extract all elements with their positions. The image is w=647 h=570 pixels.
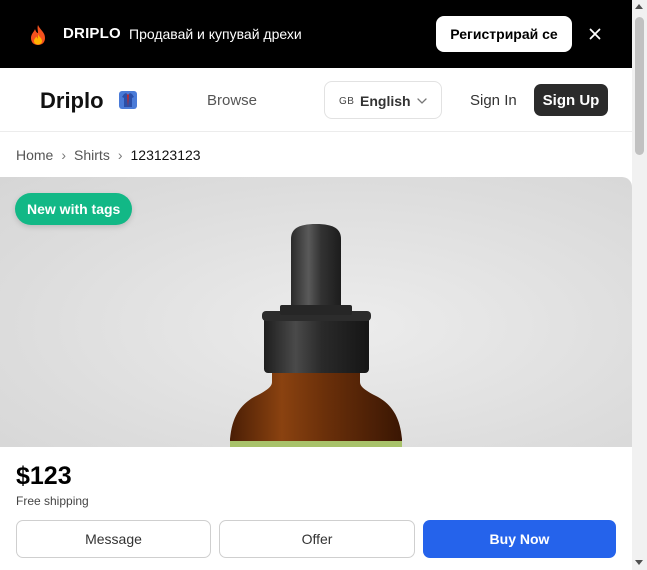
chevron-down-icon: [417, 98, 427, 104]
shirt-icon: [119, 91, 137, 109]
scroll-up-arrow-icon[interactable]: [635, 4, 643, 9]
nav-browse[interactable]: Browse: [207, 92, 257, 109]
language-code: GB: [339, 96, 355, 107]
promo-banner: DRIPLO Продавай и купувай дрехи Регистри…: [0, 0, 632, 68]
breadcrumb: Home › Shirts › 123123123: [16, 147, 201, 163]
breadcrumb-home[interactable]: Home: [16, 147, 53, 163]
page-scrollbar[interactable]: [632, 0, 647, 570]
site-header: Driplo Browse GB English Sign In Sign Up: [0, 68, 632, 132]
close-icon[interactable]: [583, 22, 607, 46]
buy-now-button[interactable]: Buy Now: [423, 520, 616, 558]
sign-up-button[interactable]: Sign Up: [534, 84, 608, 116]
promo-tagline: Продавай и купувай дрехи: [129, 26, 302, 42]
product-price: $123: [16, 462, 72, 490]
condition-badge: New with tags: [15, 193, 133, 225]
promo-brand: DRIPLO: [63, 25, 121, 42]
shipping-info: Free shipping: [16, 494, 89, 508]
breadcrumb-current: 123123123: [130, 147, 201, 163]
sign-in-link[interactable]: Sign In: [470, 92, 517, 109]
message-button[interactable]: Message: [16, 520, 211, 558]
breadcrumb-category[interactable]: Shirts: [74, 147, 110, 163]
register-button[interactable]: Регистрирай се: [436, 16, 572, 52]
product-image[interactable]: New with tags: [0, 177, 632, 447]
language-label: English: [360, 93, 411, 109]
language-selector[interactable]: GB English: [324, 81, 442, 119]
site-logo[interactable]: Driplo: [40, 88, 104, 114]
scroll-down-arrow-icon[interactable]: [635, 560, 643, 565]
scroll-thumb[interactable]: [635, 17, 644, 155]
offer-button[interactable]: Offer: [219, 520, 415, 558]
breadcrumb-separator: ›: [61, 147, 67, 163]
breadcrumb-separator: ›: [117, 147, 123, 163]
flame-icon: [31, 25, 45, 45]
